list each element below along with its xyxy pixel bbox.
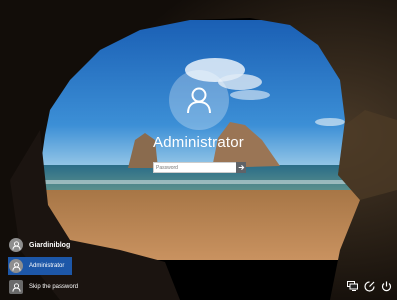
account-skip-password[interactable]: Skip the password (8, 278, 78, 296)
system-tray (346, 280, 392, 292)
network-icon (346, 281, 358, 291)
password-field (153, 162, 246, 173)
user-icon (9, 259, 23, 273)
account-label: Administrator (29, 263, 65, 269)
account-giardiniblog[interactable]: Giardiniblog (8, 236, 72, 254)
account-list: Giardiniblog Administrator Skip the pass… (8, 236, 78, 299)
user-icon (187, 87, 211, 114)
account-administrator[interactable]: Administrator (8, 257, 72, 275)
account-label: Giardiniblog (29, 241, 71, 249)
account-label: Skip the password (29, 284, 79, 290)
user-avatar (169, 70, 229, 130)
password-input[interactable] (154, 163, 236, 172)
username-label: Administrator (153, 134, 244, 151)
user-icon (9, 238, 23, 252)
ease-of-access-button[interactable] (363, 280, 375, 292)
network-button[interactable] (346, 280, 358, 292)
submit-button[interactable] (236, 162, 246, 173)
ease-of-access-icon (363, 280, 375, 292)
arrow-right-icon (238, 165, 244, 170)
power-icon (381, 281, 391, 291)
user-icon (9, 280, 23, 294)
power-button[interactable] (380, 280, 392, 292)
